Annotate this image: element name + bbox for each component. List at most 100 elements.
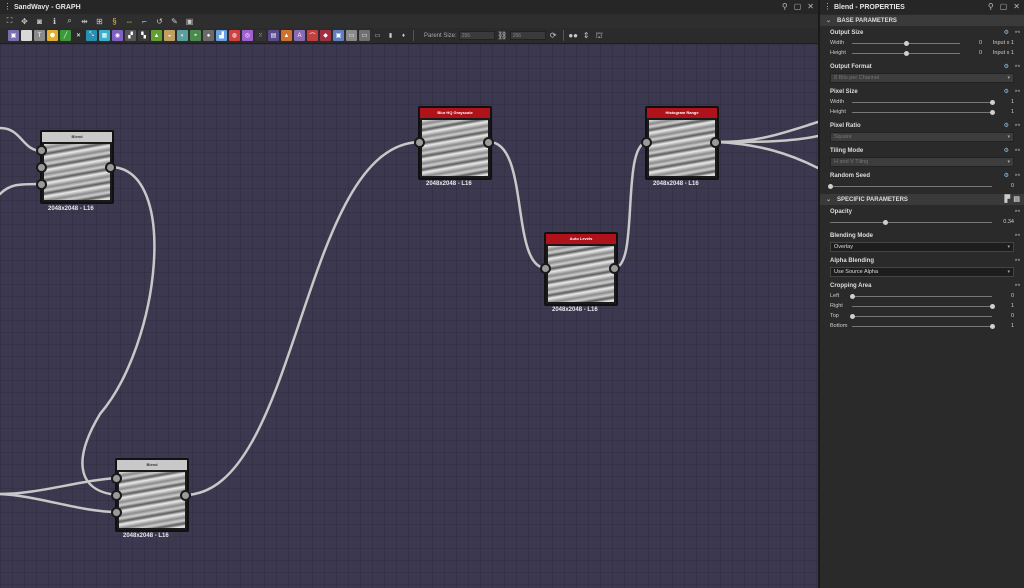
- tiling-mode-dropdown[interactable]: H and V Tiling ▾: [830, 157, 1014, 167]
- blending-mode-dropdown[interactable]: Overlay ▾: [830, 242, 1014, 252]
- comment-frame-icon[interactable]: ▭: [359, 30, 370, 41]
- slider-knob[interactable]: [989, 303, 995, 309]
- parent-size-select[interactable]: 256: [458, 31, 495, 40]
- layout-icon[interactable]: ⊞: [94, 16, 105, 27]
- node-input-port[interactable]: [540, 263, 551, 274]
- output-format-dropdown[interactable]: 8 Bits per Channel ▾: [830, 73, 1014, 83]
- link-icon[interactable]: ⚯: [1015, 282, 1020, 289]
- pixel-height-slider[interactable]: [852, 109, 995, 115]
- history-icon[interactable]: ↺: [154, 16, 165, 27]
- node-input-port[interactable]: [111, 490, 122, 501]
- node-auto-levels[interactable]: Auto Levels: [544, 232, 618, 306]
- link-icon[interactable]: ⚯: [1015, 63, 1020, 70]
- preset-icon[interactable]: ▛: [1005, 195, 1010, 203]
- node-input-port[interactable]: [36, 145, 47, 156]
- pixel-processor-icon[interactable]: ▣: [333, 30, 344, 41]
- share-icon[interactable]: ⛫: [594, 30, 605, 41]
- expose-parameter-icon[interactable]: ⚙: [1004, 29, 1009, 36]
- pin-icon[interactable]: ⚲: [782, 2, 788, 11]
- levels-node-icon[interactable]: ▦: [99, 30, 110, 41]
- transform-node-icon[interactable]: ⤡: [86, 30, 97, 41]
- color-node-icon[interactable]: ◆: [320, 30, 331, 41]
- svg-node-icon[interactable]: [21, 30, 32, 41]
- slider-knob[interactable]: [903, 40, 909, 46]
- crop-left-value[interactable]: 0: [996, 293, 1014, 299]
- node-histogram-range[interactable]: Histogram Range: [645, 106, 719, 180]
- crop-bottom-slider[interactable]: [852, 323, 995, 329]
- crop-right-slider[interactable]: [852, 303, 995, 309]
- crop-left-slider[interactable]: [849, 293, 992, 299]
- opacity-slider[interactable]: [830, 219, 992, 225]
- refresh-icon[interactable]: ⟳: [548, 30, 559, 41]
- frame-all-icon[interactable]: ⛶: [4, 16, 15, 27]
- gradient-node-icon[interactable]: ╱: [60, 30, 71, 41]
- pixel-width-value[interactable]: 1: [996, 99, 1014, 105]
- blend-node-icon[interactable]: ◒: [164, 30, 175, 41]
- node-output-port[interactable]: [483, 137, 494, 148]
- expose-parameter-icon[interactable]: ⚙: [1004, 88, 1009, 95]
- slider-knob[interactable]: [849, 313, 855, 319]
- publish-icon[interactable]: ▣: [184, 16, 195, 27]
- noise-node-icon[interactable]: ⁙: [255, 30, 266, 41]
- output-height-slider[interactable]: [852, 50, 960, 56]
- alpha-blending-dropdown[interactable]: Use Source Alpha ▾: [830, 267, 1014, 277]
- uniform-color-icon[interactable]: ✕: [73, 30, 84, 41]
- camera-icon[interactable]: ◙: [34, 16, 45, 27]
- pixel-width-slider[interactable]: [852, 99, 995, 105]
- link-icon[interactable]: ⚯: [1015, 232, 1020, 239]
- connect-nodes-icon[interactable]: ●●: [568, 30, 579, 41]
- slider-knob[interactable]: [989, 99, 995, 105]
- output-width-relative[interactable]: Input x 1: [986, 40, 1014, 46]
- tile-node-icon[interactable]: ▤: [268, 30, 279, 41]
- random-seed-slider[interactable]: [827, 183, 992, 189]
- float-icon[interactable]: ▢: [1000, 2, 1008, 11]
- node-output-port[interactable]: [710, 137, 721, 148]
- node-output-port[interactable]: [105, 162, 116, 173]
- slider-knob[interactable]: [989, 323, 995, 329]
- node-output-port[interactable]: [609, 263, 620, 274]
- text-node-icon[interactable]: T: [34, 30, 45, 41]
- curve-node-icon[interactable]: ⌒: [307, 30, 318, 41]
- output-width-slider[interactable]: [852, 40, 960, 46]
- slider-knob[interactable]: [989, 109, 995, 115]
- random-seed-value[interactable]: 0: [996, 183, 1014, 189]
- close-icon[interactable]: ✕: [1013, 2, 1020, 11]
- document-icon[interactable]: ▤: [1013, 195, 1020, 203]
- font-node-icon[interactable]: ⬣: [47, 30, 58, 41]
- close-icon[interactable]: ✕: [807, 2, 814, 11]
- light-node-icon[interactable]: ▲: [281, 30, 292, 41]
- node-blur-hq-grayscale[interactable]: Blur HQ Grayscale: [418, 106, 492, 180]
- link-icon[interactable]: ⚯: [1015, 208, 1020, 215]
- specific-parameters-header[interactable]: ⌄ SPECIFIC PARAMETERS ▛ ▤: [820, 194, 1024, 205]
- output-height-relative[interactable]: Input x 1: [986, 50, 1014, 56]
- pixel-height-value[interactable]: 1: [996, 109, 1014, 115]
- link-icon[interactable]: ⚯: [1015, 172, 1020, 179]
- pin-icon[interactable]: ⚲: [988, 2, 994, 11]
- expose-parameter-icon[interactable]: ⚙: [1004, 122, 1009, 129]
- pixel-ratio-dropdown[interactable]: Square ▾: [830, 132, 1014, 142]
- slider-knob[interactable]: [849, 293, 855, 299]
- link-icon[interactable]: ⚯: [1015, 122, 1020, 129]
- expose-parameter-icon[interactable]: ⚙: [1004, 63, 1009, 70]
- shape-node-icon[interactable]: ●: [203, 30, 214, 41]
- node-output-port[interactable]: [180, 490, 191, 501]
- graph-canvas[interactable]: Blend 2048x2048 - L16 Blur HQ Grayscale …: [0, 44, 818, 588]
- node-input-port[interactable]: [641, 137, 652, 148]
- link-icon[interactable]: ⚯: [1015, 29, 1020, 36]
- node-input-port[interactable]: [36, 162, 47, 173]
- python-icon[interactable]: §: [109, 16, 120, 27]
- align-icon[interactable]: ⇹: [79, 16, 90, 27]
- slider-knob[interactable]: [903, 50, 909, 56]
- vertical-align-icon[interactable]: ⇕: [581, 30, 592, 41]
- crop-right-value[interactable]: 1: [996, 303, 1014, 309]
- base-parameters-header[interactable]: ⌄ BASE PARAMETERS: [820, 15, 1024, 26]
- grayscale-node-icon[interactable]: ▞: [125, 30, 136, 41]
- frame-node-icon[interactable]: ▭: [346, 30, 357, 41]
- link-icon[interactable]: ⚯: [1015, 147, 1020, 154]
- node-blend-1[interactable]: Blend: [40, 130, 114, 204]
- marker-icon[interactable]: ♦: [398, 30, 409, 41]
- size-select[interactable]: 256: [509, 31, 546, 40]
- float-icon[interactable]: ▢: [794, 2, 802, 11]
- hsl-node-icon[interactable]: ◐: [177, 30, 188, 41]
- normal-node-icon[interactable]: ▲: [151, 30, 162, 41]
